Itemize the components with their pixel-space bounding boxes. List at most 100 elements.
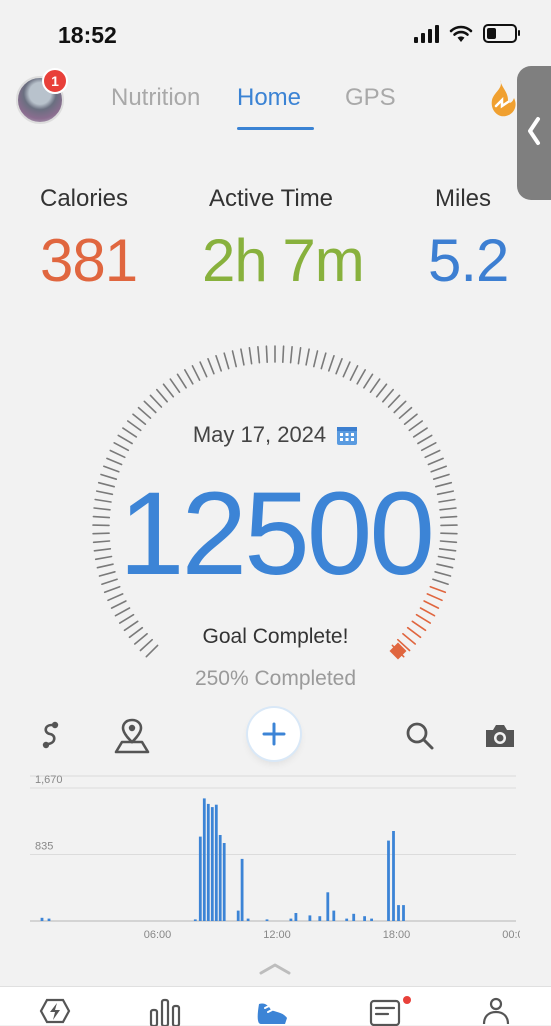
gauge-tick [417,615,431,623]
chart-bar [241,859,244,921]
gauge-tick [421,608,435,616]
gauge-tick [336,359,342,374]
chart-bar [309,915,312,921]
gauge-tick [208,359,214,374]
date-selector[interactable]: May 17, 2024 [0,422,551,448]
miles-label: Miles [435,185,491,213]
map-button[interactable] [110,714,154,758]
gauge-tick [371,379,380,392]
gauge-tick [424,601,438,608]
gauge-tick [112,601,126,608]
chart-bar [295,913,298,921]
card-icon [368,996,402,1026]
side-drawer-handle[interactable] [517,66,551,200]
gauge-tick [144,401,156,412]
gauge-tick [150,395,161,407]
tab-gps[interactable]: GPS [345,84,396,112]
chart-bar [352,914,355,921]
chart-bar [318,916,321,921]
chart-bar [370,919,373,921]
gauge-tick [314,351,318,367]
step-count: 12500 [0,470,551,600]
gauge-tick [343,362,350,377]
calendar-icon[interactable] [336,424,358,446]
percent-completed: 250% Completed [0,667,551,691]
active-time-label: Active Time [209,185,333,213]
gauge-tick [157,390,167,402]
active-tab-indicator [237,127,314,130]
nav-steps[interactable] [255,996,291,1026]
chart-bar [194,919,197,921]
chart-bar [48,919,51,921]
gauge-tick [364,374,373,388]
chart-bar [215,805,218,921]
chart-bar [247,919,250,921]
gauge-tick [350,366,357,380]
chart-bar [219,835,222,921]
lightning-icon [38,996,72,1026]
x-tick-label: 06:00 [144,929,172,941]
gauge-tick [357,370,365,384]
add-icon [261,721,287,747]
status-icons [414,24,517,43]
gauge-tick [291,347,293,363]
nav-community[interactable] [478,996,514,1026]
route-button[interactable] [28,714,72,758]
battery-icon [483,24,517,43]
goal-status: Goal Complete! [0,625,551,649]
gauge-tick [107,458,122,464]
chart-bar [266,919,269,921]
gauge-tick [233,351,237,367]
chart-bar [363,916,366,921]
add-button[interactable] [248,708,300,760]
flame-icon[interactable] [482,78,522,120]
y-tick-label: 835 [35,841,53,853]
chart-bar [392,831,395,921]
community-icon [479,996,513,1026]
chart-bar [223,843,226,921]
gauge-tick [394,401,406,412]
gauge-tick [306,349,309,365]
x-tick-label: 12:00 [263,929,291,941]
gauge-tick [383,390,393,402]
gauge-tick [400,408,412,419]
chart-bar [211,807,214,921]
gauge-tick [224,353,229,368]
gauge-tick [178,374,187,388]
x-tick-label: 00:00 [502,929,520,941]
nav-activity[interactable] [37,996,73,1026]
search-button[interactable] [398,714,442,758]
tab-home[interactable]: Home [237,84,301,112]
gauge-tick [428,458,443,464]
chevron-left-icon [527,116,541,146]
gauge-tick [192,366,199,380]
map-pin-icon [112,718,152,754]
chart-bar [326,892,329,921]
chart-bar [199,837,202,921]
news-notification-dot [403,996,411,1004]
hourly-steps-chart: 1,67083506:0012:0018:0000:00 [30,770,520,950]
bar-chart-icon [148,996,182,1026]
gauge-tick [377,384,387,397]
gauge-tick [120,615,134,623]
gauge-tick [185,370,193,384]
gauge-tick [216,356,221,371]
nav-news[interactable] [367,996,403,1026]
chart-bar [397,905,400,921]
shoe-icon [255,996,291,1026]
gauge-tick [139,408,151,419]
gauge-tick [389,395,400,407]
chart-bar [332,911,335,921]
signal-icon [414,25,439,43]
tab-nutrition[interactable]: Nutrition [111,84,200,112]
camera-button[interactable] [478,714,522,758]
gauge-tick [321,353,326,368]
miles-value: 5.2 [428,226,508,295]
gauge-tick [425,451,440,458]
notification-badge: 1 [42,68,68,94]
chart-bar [402,905,405,921]
date-text: May 17, 2024 [193,422,326,448]
chart-bar [387,841,390,921]
nav-stats[interactable] [147,996,183,1026]
chevron-up-icon[interactable] [258,962,292,976]
